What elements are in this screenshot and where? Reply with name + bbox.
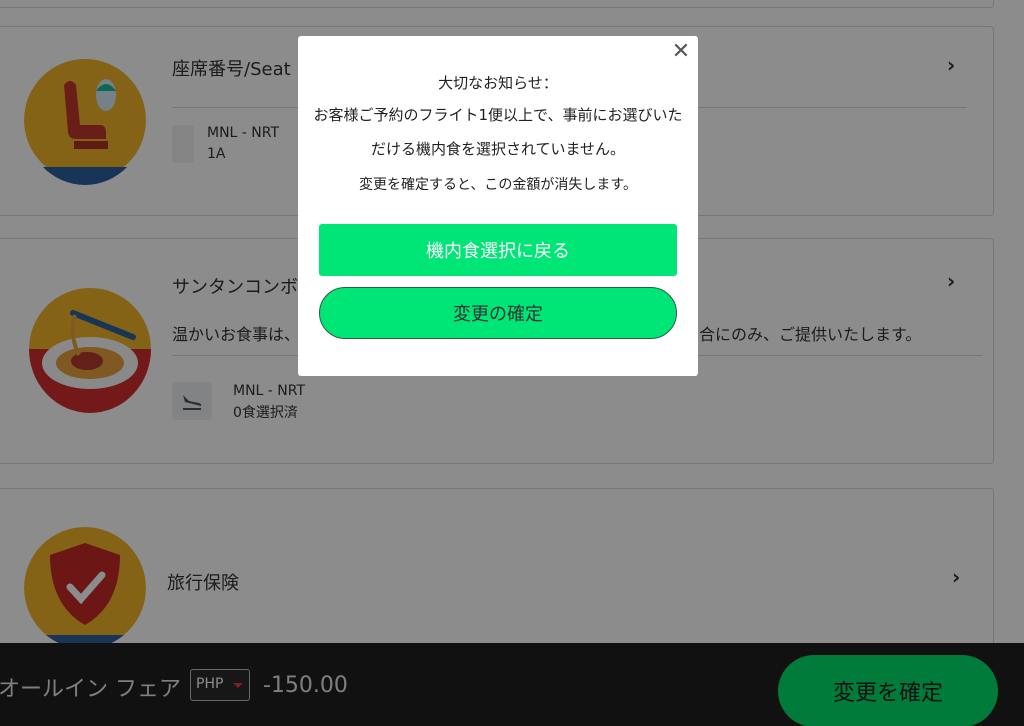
modal-heading: 大切なお知らせ： xyxy=(438,74,558,92)
modal-message-line3: 変更を確定すると、この金額が消失します。 xyxy=(358,177,638,193)
confirm-change-button[interactable]: 変更の確定 xyxy=(319,287,677,339)
modal-message-line2: だける機内食を選択されていません。 xyxy=(370,140,626,158)
back-to-meal-selection-button[interactable]: 機内食選択に戻る xyxy=(319,224,677,276)
close-icon[interactable]: ✕ xyxy=(668,38,694,64)
modal-message-line1: お客様ご予約のフライト1便以上で、事前にお選びいた xyxy=(313,106,683,124)
notice-modal: ✕ 大切なお知らせ： お客様ご予約のフライト1便以上で、事前にお選びいた だける… xyxy=(298,36,698,376)
